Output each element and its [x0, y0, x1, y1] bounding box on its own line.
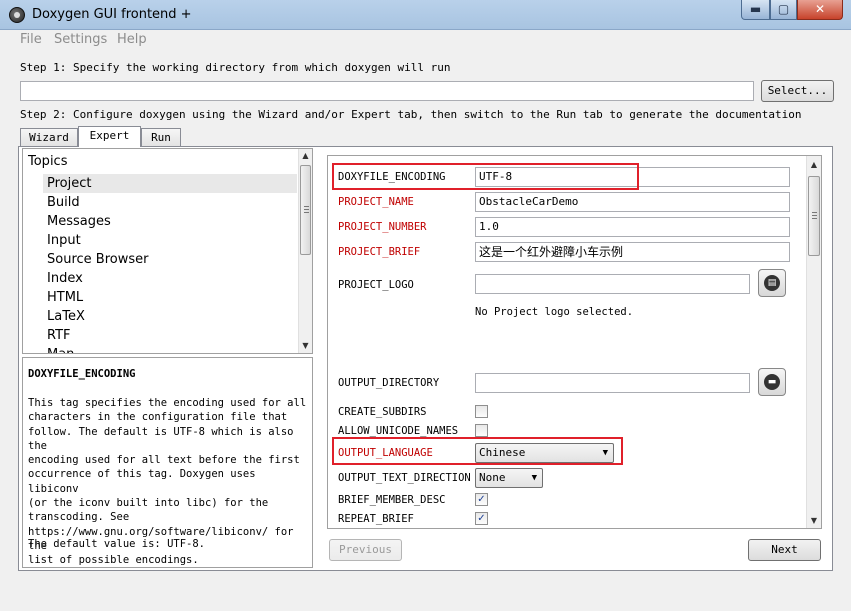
brief-member-desc-checkbox[interactable]: ✓ — [475, 493, 488, 506]
topic-item-input[interactable]: Input — [47, 231, 297, 250]
file-icon: ▤ — [764, 275, 780, 291]
folder-icon: ▬ — [764, 374, 780, 390]
tab-run[interactable]: Run — [141, 128, 181, 146]
option-label-output-directory: OUTPUT_DIRECTORY — [338, 377, 440, 389]
maximize-button[interactable]: ▢ — [770, 0, 797, 20]
repeat-brief-checkbox[interactable]: ✓ — [475, 512, 488, 525]
topic-item-messages[interactable]: Messages — [47, 212, 297, 231]
menu-help[interactable]: Help — [117, 32, 147, 47]
browse-output-directory-button[interactable]: ▬ — [758, 368, 786, 396]
project-logo-note: No Project logo selected. — [475, 306, 634, 318]
option-label-brief-member-desc: BRIEF_MEMBER_DESC — [338, 494, 446, 506]
scroll-up-arrow-icon[interactable]: ▲ — [299, 149, 312, 163]
settings-scrollbar[interactable]: ▲ ▼ — [806, 156, 821, 528]
option-label-project-logo: PROJECT_LOGO — [338, 279, 414, 291]
output-text-direction-value: None — [479, 471, 506, 484]
chevron-down-icon: ▼ — [531, 473, 537, 483]
working-directory-input[interactable] — [20, 81, 754, 101]
topic-item-project[interactable]: Project — [43, 174, 297, 193]
scroll-up-arrow-icon[interactable]: ▲ — [807, 158, 821, 172]
tab-expert[interactable]: Expert — [78, 126, 141, 147]
settings-panel: DOXYFILE_ENCODING UTF-8 PROJECT_NAME Obs… — [327, 155, 822, 529]
allow-unicode-names-checkbox[interactable] — [475, 424, 488, 437]
help-panel: DOXYFILE_ENCODING This tag specifies the… — [22, 357, 313, 568]
step2-label: Step 2: Configure doxygen using the Wiza… — [20, 108, 802, 121]
highlight-doxyfile-encoding — [332, 163, 639, 190]
step1-label: Step 1: Specify the working directory fr… — [20, 61, 451, 74]
topic-item-html[interactable]: HTML — [47, 288, 297, 307]
menu-settings[interactable]: Settings — [54, 32, 107, 47]
minimize-button[interactable]: ▬ — [741, 0, 770, 20]
option-label-project-number: PROJECT_NUMBER — [338, 221, 427, 233]
output-directory-input[interactable] — [475, 373, 750, 393]
window-title: Doxygen GUI frontend + — [32, 7, 192, 22]
project-brief-input[interactable]: 这是一个红外避障小车示例 — [475, 242, 790, 262]
option-label-project-brief: PROJECT_BRIEF — [338, 246, 421, 258]
topic-item-index[interactable]: Index — [47, 269, 297, 288]
project-name-input[interactable]: ObstacleCarDemo — [475, 192, 790, 212]
close-button[interactable]: ✕ — [797, 0, 843, 20]
project-logo-input[interactable] — [475, 274, 750, 294]
topic-item-latex[interactable]: LaTeX — [47, 307, 297, 326]
topic-item-build[interactable]: Build — [47, 193, 297, 212]
create-subdirs-checkbox[interactable] — [475, 405, 488, 418]
menu-bar: File Settings Help — [0, 30, 851, 50]
topic-item-source-browser[interactable]: Source Browser — [47, 250, 297, 269]
output-text-direction-select[interactable]: None ▼ — [475, 468, 543, 488]
previous-button[interactable]: Previous — [329, 539, 402, 561]
title-bar: Doxygen GUI frontend + ▬ ▢ ✕ — [0, 0, 851, 30]
topic-item-rtf[interactable]: RTF — [47, 326, 297, 345]
topics-list[interactable]: Topics Project Build Messages Input Sour… — [22, 148, 313, 354]
option-label-project-name: PROJECT_NAME — [338, 196, 414, 208]
project-number-input[interactable]: 1.0 — [475, 217, 790, 237]
next-button[interactable]: Next — [748, 539, 821, 561]
option-label-repeat-brief: REPEAT_BRIEF — [338, 513, 414, 525]
option-label-allow-unicode-names: ALLOW_UNICODE_NAMES — [338, 425, 459, 437]
settings-scroll-thumb[interactable] — [808, 176, 820, 256]
browse-logo-button[interactable]: ▤ — [758, 269, 786, 297]
topic-item-man[interactable]: Man — [47, 345, 297, 353]
help-title: DOXYFILE_ENCODING — [28, 368, 136, 380]
doxygen-app-icon — [9, 7, 25, 23]
help-default-value: The default value is: UTF-8. — [28, 538, 206, 550]
option-label-output-text-direction: OUTPUT_TEXT_DIRECTION — [338, 472, 471, 484]
topics-scrollbar[interactable]: ▲ ▼ — [298, 149, 312, 353]
menu-file[interactable]: File — [20, 32, 42, 47]
select-directory-button[interactable]: Select... — [761, 80, 834, 102]
option-label-create-subdirs: CREATE_SUBDIRS — [338, 406, 427, 418]
tab-wizard[interactable]: Wizard — [20, 128, 78, 146]
scroll-down-arrow-icon[interactable]: ▼ — [807, 514, 821, 528]
highlight-output-language — [332, 437, 623, 465]
topics-header: Topics — [28, 154, 68, 169]
topics-scroll-thumb[interactable] — [300, 165, 311, 255]
scroll-down-arrow-icon[interactable]: ▼ — [299, 339, 312, 353]
